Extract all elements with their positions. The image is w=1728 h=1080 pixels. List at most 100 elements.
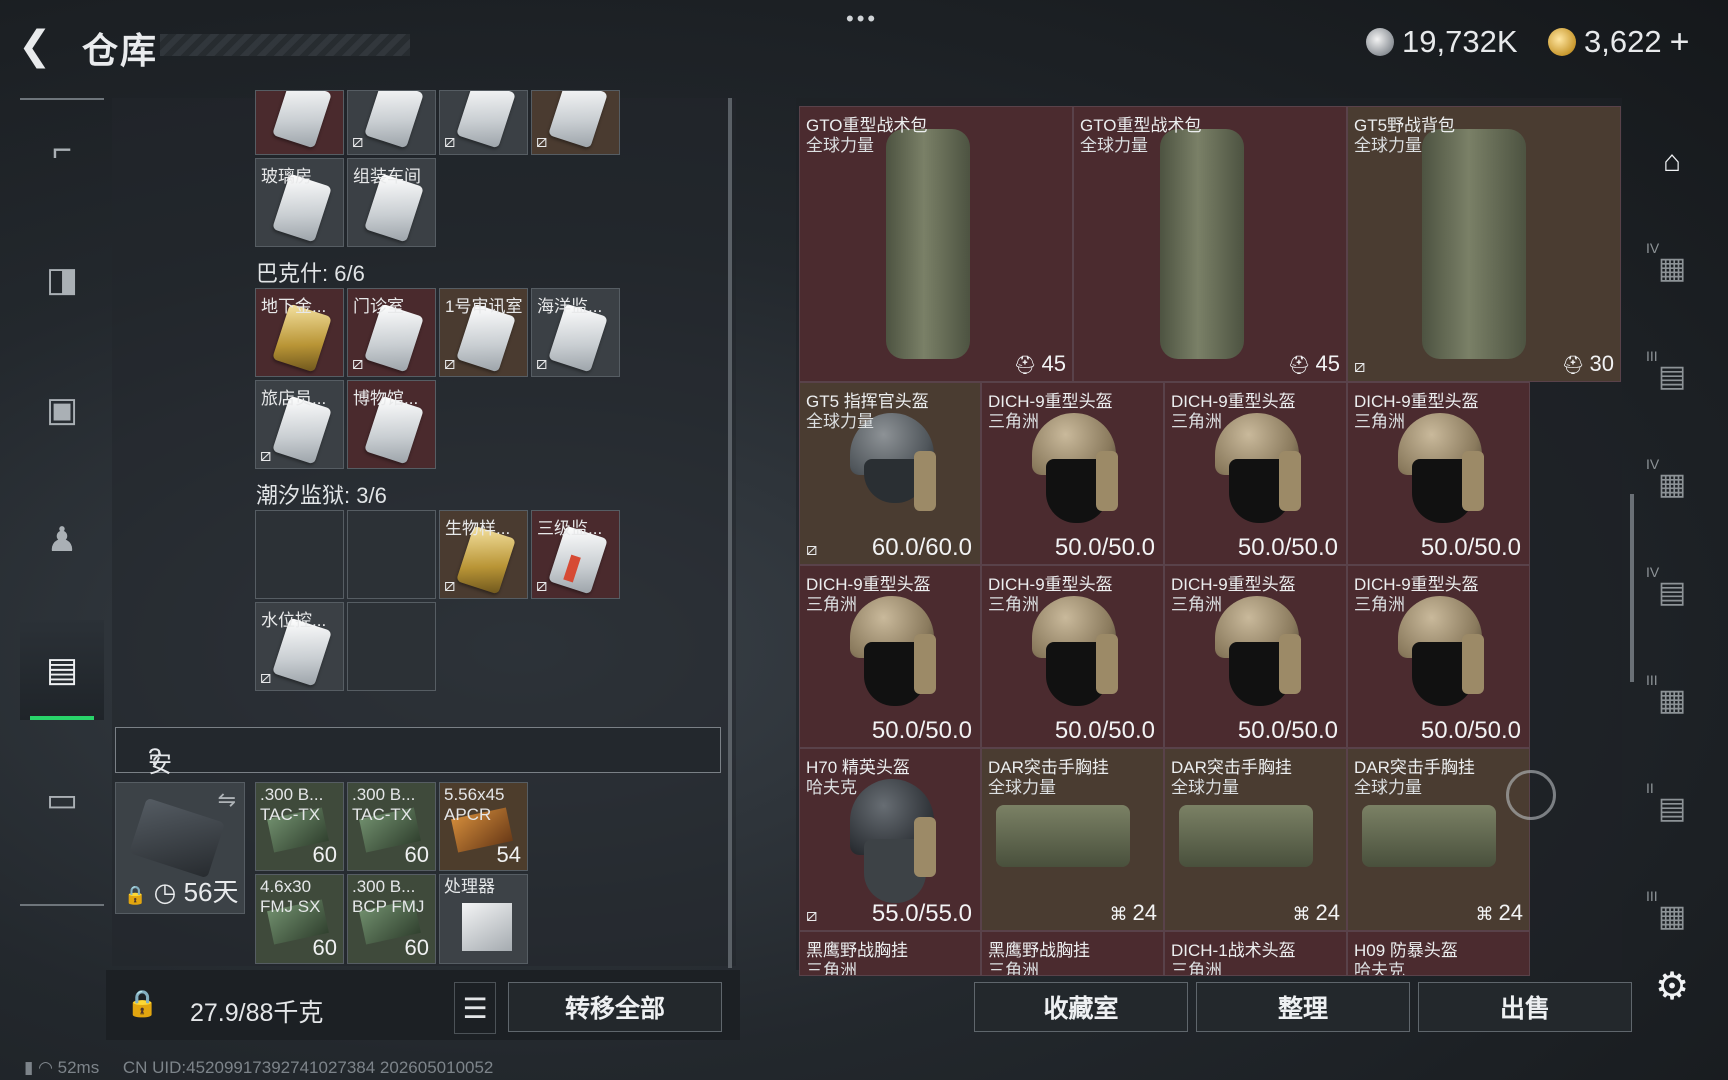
- inventory-item[interactable]: H70 精英头盔 哈夫克 55.0/55.0 ⧄: [799, 748, 981, 931]
- keycard-label: 博物馆...: [353, 389, 419, 408]
- nav-container-icon[interactable]: ▤: [20, 620, 104, 720]
- unbound-icon: ⧄: [444, 575, 456, 595]
- safe-item-slot[interactable]: 4.6x30 FMJ SX 60: [255, 874, 344, 964]
- unbound-icon: ⧄: [444, 353, 456, 373]
- inventory-item[interactable]: DICH-9重型头盔 三角洲 50.0/50.0: [1164, 565, 1347, 748]
- keycard-label: 旅店员...: [261, 389, 327, 408]
- item-faction: 全球力量: [1354, 778, 1422, 797]
- nav-toolbox-icon[interactable]: ▭: [20, 750, 104, 850]
- keycard-slot[interactable]: [347, 510, 436, 599]
- inventory-item[interactable]: DICH-9重型头盔 三角洲 50.0/50.0: [1347, 565, 1530, 748]
- inventory-item[interactable]: DICH-9重型头盔 三角洲 50.0/50.0: [799, 565, 981, 748]
- safe-item-slot[interactable]: 5.56x45 APCR 54: [439, 782, 528, 871]
- item-faction: 三角洲: [1354, 595, 1405, 614]
- nav-divider: [20, 904, 104, 906]
- transfer-all-button[interactable]: 转移全部: [508, 982, 722, 1032]
- safe-item-slot[interactable]: 处理器: [439, 874, 528, 964]
- nav-weapon-icon[interactable]: ⌐: [20, 100, 104, 200]
- inventory-item[interactable]: 黑鹰野战胸挂 三角洲: [981, 931, 1164, 976]
- keycard-slot[interactable]: [255, 510, 344, 599]
- nav-armor-icon[interactable]: ◨: [20, 230, 104, 330]
- item-durability: 50.0/50.0: [871, 717, 972, 744]
- inventory-item[interactable]: DICH-9重型头盔 三角洲 50.0/50.0: [1347, 382, 1530, 565]
- keycard-slot[interactable]: 旅店员... ⧄: [255, 380, 344, 469]
- collection-room-button[interactable]: 收藏室: [974, 982, 1188, 1032]
- keycard-slot[interactable]: 博物馆...: [347, 380, 436, 469]
- silver-coin-icon: [1366, 28, 1394, 56]
- inventory-item[interactable]: GTO重型战术包 全球力量 ⛑ 45: [1073, 106, 1347, 382]
- keycard-slot[interactable]: [347, 602, 436, 691]
- item-durability: 50.0/50.0: [1237, 534, 1338, 561]
- nav-helmet-bag-icon[interactable]: ♟: [20, 490, 104, 590]
- item-faction: 三角洲: [806, 961, 857, 976]
- inventory-item[interactable]: DICH-9重型头盔 三角洲 50.0/50.0: [1164, 382, 1347, 565]
- inventory-item[interactable]: DICH-9重型头盔 三角洲 50.0/50.0: [981, 565, 1164, 748]
- unbound-icon: ⧄: [352, 353, 364, 373]
- help-icon[interactable]: ?: [148, 744, 161, 772]
- item-durability: 50.0/50.0: [1420, 534, 1521, 561]
- safe-item-slot[interactable]: .300 B... TAC-TX 60: [347, 782, 436, 871]
- back-arrow-icon[interactable]: ❮: [18, 24, 62, 68]
- menu-dots[interactable]: •••: [846, 6, 878, 32]
- tier-label: III: [1646, 672, 1658, 688]
- keycard-slot[interactable]: ⧄: [439, 90, 528, 155]
- safe-box-container[interactable]: ⇋ 🔒 ◷ 56天: [115, 782, 245, 914]
- capacity-icon: ⛑: [1287, 355, 1316, 375]
- inventory-item[interactable]: DAR突击手胸挂 全球力量 ⌘ 24: [1347, 748, 1530, 931]
- nav-backpack-icon[interactable]: ▣: [20, 360, 104, 460]
- inventory-item[interactable]: GTO重型战术包 全球力量 ⛑ 45: [799, 106, 1073, 382]
- warehouse-icon[interactable]: ⌂: [1640, 130, 1704, 194]
- backpack-image: [886, 129, 970, 359]
- inventory-item[interactable]: DICH-9重型头盔 三角洲 50.0/50.0: [981, 382, 1164, 565]
- inventory-item[interactable]: DICH-1战术头盔 三角洲: [1164, 931, 1347, 976]
- item-faction: 全球力量: [1080, 136, 1148, 155]
- keycard-label: 门诊室: [353, 297, 404, 316]
- item-name: .300 B... BCP FMJ: [352, 877, 425, 916]
- item-name: .300 B... TAC-TX: [260, 785, 324, 824]
- unbound-icon: ⧄: [536, 131, 548, 151]
- keycard-slot[interactable]: ⧄: [531, 90, 620, 155]
- inventory-item[interactable]: GT5野战背包 全球力量 ⛑ 30 ⧄: [1347, 106, 1621, 382]
- item-value: ⌘ 24: [1476, 900, 1524, 926]
- keycard-slot[interactable]: 水位控... ⧄: [255, 602, 344, 691]
- inventory-item[interactable]: 黑鹰野战胸挂 三角洲: [799, 931, 981, 976]
- keycard-slot[interactable]: [255, 90, 344, 155]
- sort-button[interactable]: 整理: [1196, 982, 1410, 1032]
- inventory-item[interactable]: GT5 指挥官头盔 全球力量 60.0/60.0 ⧄: [799, 382, 981, 565]
- keycard-slot[interactable]: 门诊室 ⧄: [347, 288, 436, 377]
- helmet-image: [1392, 590, 1488, 708]
- unbound-icon: ⧄: [536, 353, 548, 373]
- keycard-slot[interactable]: 组装车间: [347, 158, 436, 247]
- inventory-item[interactable]: H09 防暴头盔 哈夫克: [1347, 931, 1530, 976]
- keycard-slot[interactable]: 海洋监... ⧄: [531, 288, 620, 377]
- gold-currency: 3,622 +: [1548, 22, 1689, 62]
- keycard-slot[interactable]: ⧄: [347, 90, 436, 155]
- inventory-item[interactable]: DAR突击手胸挂 全球力量 ⌘ 24: [1164, 748, 1347, 931]
- helmet-image: [844, 590, 940, 708]
- item-value: 50.0/50.0: [1421, 717, 1521, 745]
- item-durability: 50.0/50.0: [1237, 717, 1338, 744]
- target-icon[interactable]: [1506, 770, 1556, 820]
- swap-icon[interactable]: ⇋: [218, 787, 236, 813]
- tier-label: II: [1646, 780, 1654, 796]
- keycard-slot[interactable]: 三级监... ⧄: [531, 510, 620, 599]
- inventory-item[interactable]: DAR突击手胸挂 全球力量 ⌘ 24: [981, 748, 1164, 931]
- list-view-button[interactable]: ☰: [454, 982, 496, 1034]
- keycard-slot[interactable]: 地下金...: [255, 288, 344, 377]
- keycard-label: 1号审讯室: [445, 297, 523, 316]
- keycard-slot[interactable]: 生物样... ⧄: [439, 510, 528, 599]
- keycard-slot[interactable]: 玻璃房: [255, 158, 344, 247]
- left-scrollbar[interactable]: [728, 98, 732, 968]
- sell-button[interactable]: 出售: [1418, 982, 1632, 1032]
- backpack-image: [1422, 129, 1526, 359]
- safe-item-slot[interactable]: .300 B... BCP FMJ 60: [347, 874, 436, 964]
- keycard-slot[interactable]: 1号审讯室 ⧄: [439, 288, 528, 377]
- item-count: 60: [404, 935, 429, 960]
- add-currency-button[interactable]: +: [1670, 23, 1690, 62]
- safe-item-slot[interactable]: .300 B... TAC-TX 60: [255, 782, 344, 871]
- unbound-icon: ⧄: [806, 539, 818, 559]
- item-value: ⌘ 24: [1293, 900, 1341, 926]
- inventory-scrollbar[interactable]: [1630, 494, 1634, 682]
- settings-gear-icon[interactable]: ⚙: [1640, 954, 1704, 1018]
- item-value: 50.0/50.0: [1055, 717, 1155, 745]
